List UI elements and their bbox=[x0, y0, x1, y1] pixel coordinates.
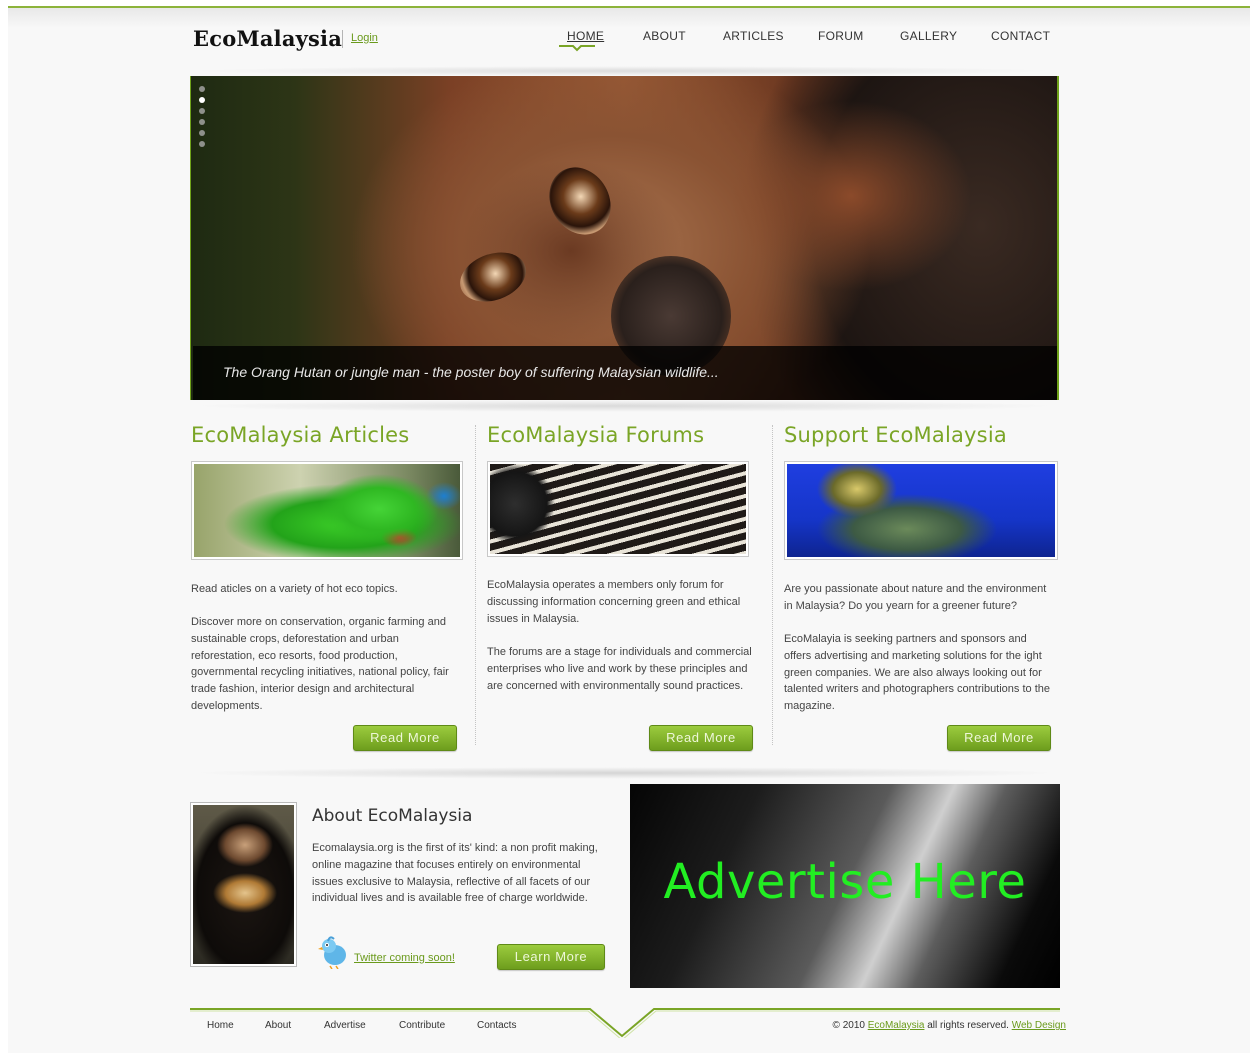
column-divider bbox=[772, 425, 773, 745]
copyright-prefix: © 2010 bbox=[832, 1020, 865, 1031]
slide-dot[interactable] bbox=[199, 119, 205, 125]
slide-dot-active[interactable] bbox=[199, 97, 205, 103]
support-intro: Are you passionate about nature and the … bbox=[784, 583, 1047, 612]
articles-body: Discover more on conservation, organic f… bbox=[191, 616, 449, 712]
web-design-link[interactable]: Web Design bbox=[1012, 1020, 1066, 1031]
footer-link-about[interactable]: About bbox=[265, 1020, 291, 1031]
articles-column: EcoMalaysia Articles Read aticles on a v… bbox=[191, 423, 463, 751]
twitter-bird-icon[interactable] bbox=[318, 935, 350, 969]
hero-slider[interactable]: The Orang Hutan or jungle man - the post… bbox=[190, 76, 1059, 400]
support-title: Support EcoMalaysia bbox=[784, 423, 1007, 447]
slide-dot[interactable] bbox=[199, 86, 205, 92]
slide-dot[interactable] bbox=[199, 130, 205, 136]
articles-image[interactable] bbox=[191, 461, 463, 560]
footer-link-advertise[interactable]: Advertise bbox=[324, 1020, 366, 1031]
learn-more-button[interactable]: Learn More bbox=[497, 944, 605, 970]
advertise-text: Advertise Here bbox=[663, 854, 1027, 910]
nav-home[interactable]: HOME bbox=[567, 29, 604, 43]
support-image[interactable] bbox=[784, 461, 1058, 560]
site-logo[interactable]: EcoMalaysia bbox=[193, 26, 342, 51]
forums-image[interactable] bbox=[487, 461, 749, 557]
nav-contact[interactable]: CONTACT bbox=[991, 29, 1050, 43]
slide-dot[interactable] bbox=[199, 141, 205, 147]
nav-articles[interactable]: ARTICLES bbox=[723, 29, 784, 43]
slide-dot[interactable] bbox=[199, 108, 205, 114]
copyright: © 2010 EcoMalaysia all rights reserved. … bbox=[833, 1020, 1066, 1031]
copyright-rights: all rights reserved. bbox=[927, 1020, 1009, 1031]
footer-link-contacts[interactable]: Contacts bbox=[477, 1020, 516, 1031]
nav-gallery[interactable]: GALLERY bbox=[900, 29, 957, 43]
header-divider bbox=[190, 66, 1058, 76]
forums-read-more-button[interactable]: Read More bbox=[649, 725, 753, 751]
login-link[interactable]: Login bbox=[351, 32, 378, 44]
nav-forum[interactable]: FORUM bbox=[818, 29, 864, 43]
copyright-site-link[interactable]: EcoMalaysia bbox=[868, 1020, 925, 1031]
nav-active-marker-icon bbox=[559, 45, 595, 52]
top-shade bbox=[8, 8, 1250, 28]
twitter-link[interactable]: Twitter coming soon! bbox=[354, 952, 455, 964]
articles-read-more-button[interactable]: Read More bbox=[353, 725, 457, 751]
articles-title: EcoMalaysia Articles bbox=[191, 423, 410, 447]
footer-link-contribute[interactable]: Contribute bbox=[399, 1020, 445, 1031]
section-divider bbox=[190, 767, 1059, 779]
nav-about[interactable]: ABOUT bbox=[643, 29, 686, 43]
about-image bbox=[190, 802, 297, 967]
forums-body: The forums are a stage for individuals a… bbox=[487, 646, 752, 692]
hero-caption-bar: The Orang Hutan or jungle man - the post… bbox=[193, 346, 1057, 400]
about-title: About EcoMalaysia bbox=[312, 806, 473, 826]
hero-caption: The Orang Hutan or jungle man - the post… bbox=[223, 364, 719, 380]
support-column: Support EcoMalaysia Are you passionate a… bbox=[784, 423, 1058, 751]
logo-separator bbox=[342, 30, 343, 48]
support-body: EcoMalayia is seeking partners and spons… bbox=[784, 633, 1050, 713]
forums-intro: EcoMalaysia operates a members only foru… bbox=[487, 579, 741, 625]
articles-intro: Read aticles on a variety of hot eco top… bbox=[191, 583, 398, 595]
support-read-more-button[interactable]: Read More bbox=[947, 725, 1051, 751]
advertise-banner[interactable]: Advertise Here bbox=[630, 784, 1060, 988]
slide-indicator bbox=[199, 86, 207, 152]
hero-shadow bbox=[190, 400, 1059, 412]
about-text: Ecomalaysia.org is the first of its' kin… bbox=[312, 842, 598, 905]
forums-title: EcoMalaysia Forums bbox=[487, 423, 705, 447]
column-divider bbox=[475, 425, 476, 745]
forums-column: EcoMalaysia Forums EcoMalaysia operates … bbox=[487, 423, 757, 751]
footer-link-home[interactable]: Home bbox=[207, 1020, 234, 1031]
